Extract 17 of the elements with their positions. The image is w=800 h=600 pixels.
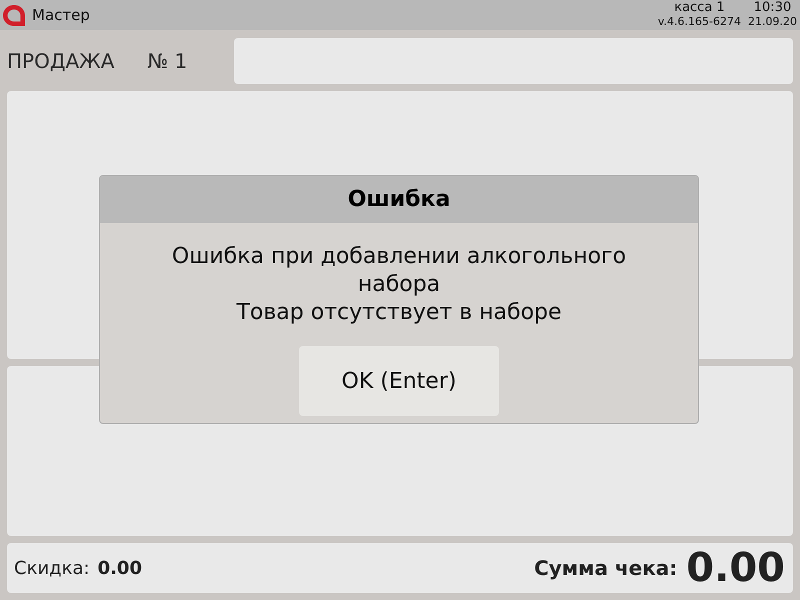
app-name: Мастер: [32, 6, 90, 24]
error-message: Товар отсутствует в наборе: [236, 299, 562, 327]
total-value: 0.00: [686, 545, 785, 591]
logo-icon: [3, 4, 25, 26]
input-field[interactable]: [234, 38, 793, 84]
ok-button[interactable]: OK (Enter): [299, 346, 499, 416]
discount-value: 0.00: [98, 558, 142, 578]
version-label: v.4.6.165-6274: [658, 15, 742, 29]
register-label: касса 1: [674, 1, 725, 15]
sale-number: № 1: [147, 49, 188, 73]
total-label: Сумма чека:: [534, 556, 678, 580]
sale-title: ПРОДАЖА: [7, 49, 114, 73]
date-label: 21.09.20: [748, 15, 797, 29]
clock-time: 10:30: [754, 1, 792, 15]
dialog-title: Ошибка: [100, 176, 698, 223]
discount-label: Скидка:: [14, 558, 90, 578]
error-message: Ошибка при добавлении алкогольного набора: [170, 243, 628, 299]
